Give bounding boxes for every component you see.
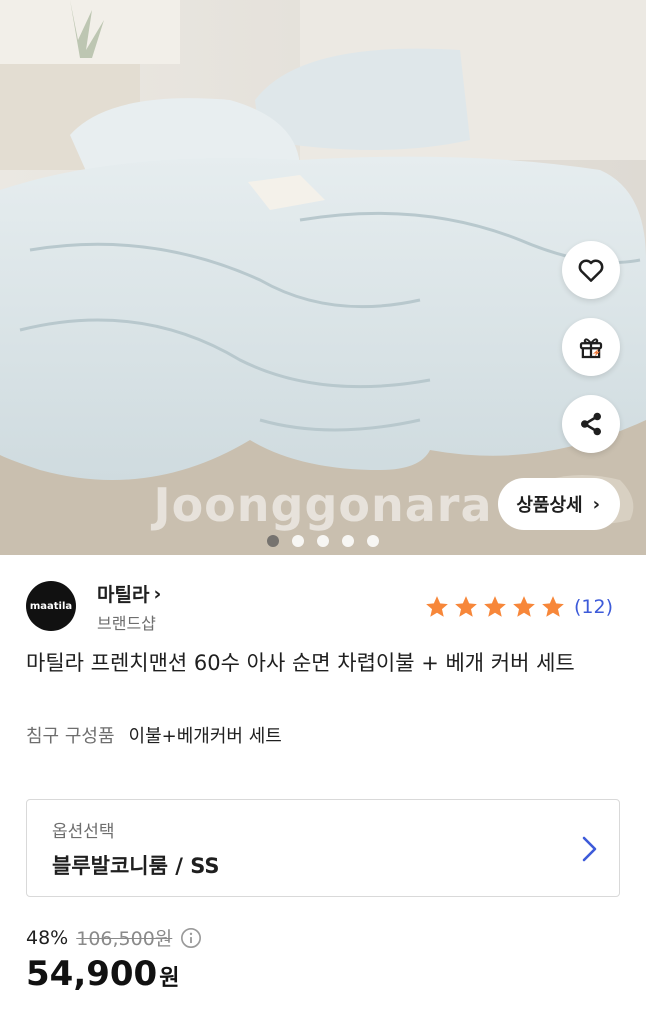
chevron-right-icon: ›: [592, 493, 600, 515]
product-detail-label: 상품상세: [516, 495, 583, 516]
chevron-right-icon: [582, 836, 597, 862]
spec-value: 이불+베개커버 세트: [128, 726, 282, 747]
product-detail-button[interactable]: 상품상세 ›: [498, 478, 620, 530]
carousel-dot[interactable]: [267, 535, 279, 547]
heart-icon: [578, 259, 604, 282]
seller-type: 브랜드샵: [97, 614, 156, 633]
info-icon[interactable]: [180, 927, 202, 949]
star-icon: [426, 596, 448, 617]
carousel-dot[interactable]: [292, 535, 304, 547]
carousel-dot[interactable]: [367, 535, 379, 547]
star-icon: [513, 596, 535, 617]
carousel-dot[interactable]: [317, 535, 329, 547]
product-spec: 침구 구성품 이불+베개커버 세트: [26, 722, 282, 748]
option-label: 옵션선택: [52, 822, 115, 842]
star-icon: [455, 596, 477, 617]
star-icon: [542, 596, 564, 617]
carousel-dot[interactable]: [342, 535, 354, 547]
rating[interactable]: (12): [423, 594, 613, 620]
carousel-indicator: [0, 535, 646, 547]
star-icon: [484, 596, 506, 617]
seller-name: 마틸라: [97, 584, 150, 606]
gift-icon: [579, 338, 603, 359]
brand-logo[interactable]: maatila: [26, 581, 76, 631]
product-image-carousel[interactable]: Joonggonara 상품상세 ›: [0, 0, 646, 555]
gift-button[interactable]: [562, 318, 620, 376]
spec-key: 침구 구성품: [26, 726, 115, 747]
option-value: 블루발코니룸 / SS: [52, 854, 220, 878]
review-count-link[interactable]: (12): [574, 596, 613, 618]
product-title: 마틸라 프렌치맨션 60수 아사 순면 차렵이불 + 베개 커버 세트: [26, 651, 575, 675]
price-row: 48% 106,500원: [26, 924, 202, 951]
chevron-right-icon: ›: [153, 582, 162, 605]
final-price-value: 54,900: [26, 954, 158, 994]
product-photo: [0, 0, 646, 555]
option-select[interactable]: 옵션선택 블루발코니룸 / SS: [26, 799, 620, 897]
original-price: 106,500원: [76, 928, 173, 950]
share-button[interactable]: [562, 395, 620, 453]
currency-unit: 원: [159, 966, 180, 991]
share-icon: [581, 412, 601, 436]
final-price: 54,900원: [26, 954, 179, 994]
seller-name-link[interactable]: 마틸라 ›: [97, 580, 161, 607]
discount-rate: 48%: [26, 926, 69, 949]
wishlist-button[interactable]: [562, 241, 620, 299]
